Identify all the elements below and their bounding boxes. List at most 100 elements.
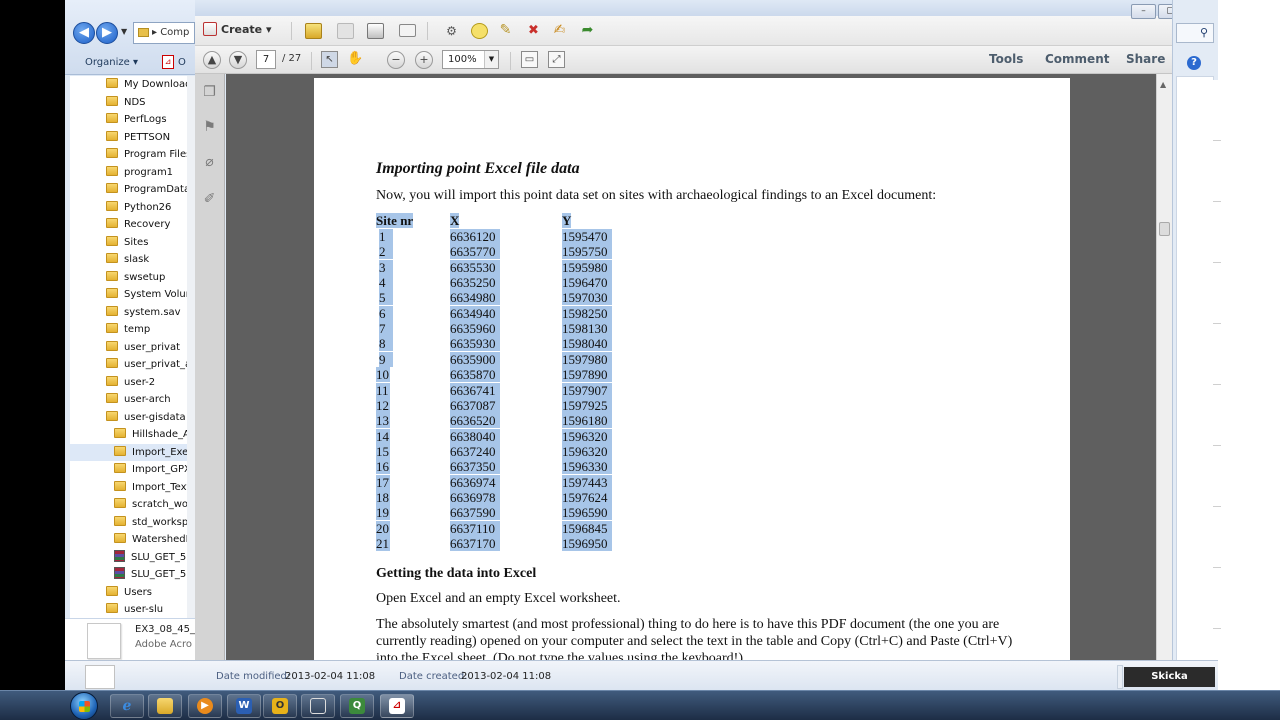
- back-arrow-icon[interactable]: ◀: [73, 22, 95, 44]
- scrollbar-thumb[interactable]: [1159, 222, 1170, 236]
- page-number-input[interactable]: 7: [256, 50, 276, 69]
- page-thumbnails-icon[interactable]: ❐: [202, 84, 217, 101]
- tree-item-label: scratch_work: [132, 499, 187, 510]
- search-icon[interactable]: ⚲: [1176, 23, 1214, 43]
- scroll-up-icon[interactable]: ▲: [1160, 80, 1166, 89]
- next-page-icon[interactable]: ▼: [229, 51, 247, 69]
- comment-panel-link[interactable]: Comment: [1045, 52, 1109, 66]
- tree-item[interactable]: PerfLogs: [70, 111, 187, 128]
- feedback-button[interactable]: Skicka feedback: [1124, 667, 1215, 702]
- table-cell: 6635250: [450, 275, 500, 291]
- tree-item[interactable]: temp: [70, 321, 187, 338]
- zoom-in-icon[interactable]: +: [415, 51, 433, 69]
- hand-tool-icon[interactable]: ✋: [347, 51, 364, 68]
- signature-icon[interactable]: ✐: [202, 191, 217, 208]
- media-player-taskbar-button[interactable]: ▶: [188, 694, 222, 718]
- minimize-button[interactable]: –: [1131, 4, 1156, 19]
- tree-item[interactable]: user-arch: [70, 391, 187, 408]
- previous-page-icon[interactable]: ▲: [203, 51, 221, 69]
- tree-item[interactable]: Import_Text: [70, 479, 187, 496]
- table-header-cell: Site nr: [376, 213, 414, 228]
- folder-tree-scrollbar[interactable]: [187, 76, 195, 618]
- export-icon[interactable]: ➦: [579, 22, 596, 38]
- zoom-level-select[interactable]: 100% ▼: [442, 50, 499, 69]
- acrobat-taskbar-button[interactable]: ⊿: [380, 694, 414, 718]
- share-panel-link[interactable]: Share: [1126, 52, 1165, 66]
- ie-taskbar-button[interactable]: ℯ: [110, 694, 144, 718]
- explorer-taskbar-button[interactable]: [148, 694, 182, 718]
- full-screen-icon[interactable]: ⤢: [548, 51, 565, 68]
- bookmark-icon[interactable]: ⚑: [202, 119, 217, 136]
- help-icon[interactable]: ?: [1187, 56, 1201, 70]
- tree-item[interactable]: SLU_GET_5: [70, 549, 187, 566]
- open-folder-icon[interactable]: [305, 23, 322, 39]
- print-icon[interactable]: [367, 23, 384, 39]
- tree-item[interactable]: scratch_work: [70, 496, 187, 513]
- address-bar[interactable]: ▸ Comp: [133, 22, 195, 44]
- tree-item[interactable]: Hillshade_Ar: [70, 426, 187, 443]
- table-cell: 6636978: [450, 489, 500, 505]
- tree-item[interactable]: program1: [70, 164, 187, 181]
- folder-tree[interactable]: My Downloads NDS PerfLogs PETTSON Program Fi…: [70, 76, 187, 618]
- table-cell: 9: [379, 351, 393, 367]
- folder-icon: [106, 375, 118, 386]
- outlook-taskbar-button[interactable]: O: [263, 694, 297, 718]
- fit-page-icon[interactable]: ▭: [521, 51, 538, 68]
- document-scrollbar[interactable]: ▲: [1156, 74, 1172, 660]
- tree-item[interactable]: SLU_GET_5: [70, 566, 187, 583]
- start-button[interactable]: [70, 692, 98, 720]
- acrobat-page-toolbar: ▲ ▼ 7 / 27 ↖ ✋ − + 100% ▼ ▭ ⤢ Tools Comme…: [195, 46, 1172, 74]
- status-scrollbar[interactable]: [1117, 665, 1123, 689]
- tree-item[interactable]: swsetup: [70, 269, 187, 286]
- create-button[interactable]: Create ▾: [203, 22, 271, 36]
- tree-item[interactable]: Import_Exel: [70, 443, 187, 461]
- recent-pages-dropdown-icon[interactable]: ▼: [121, 27, 127, 36]
- tree-item[interactable]: WatershedFy: [70, 531, 187, 548]
- tree-item[interactable]: Recovery: [70, 216, 187, 233]
- settings-gear-icon[interactable]: ⚙: [443, 23, 460, 39]
- select-cursor-icon[interactable]: ↖: [321, 51, 338, 68]
- folder-icon: [157, 698, 173, 714]
- tree-item-label: Import_Text: [132, 481, 187, 493]
- delete-icon[interactable]: ✖: [525, 23, 542, 39]
- pdf-page[interactable]: Importing point Excel file data Now, you…: [314, 78, 1070, 660]
- open-with-button[interactable]: O: [178, 57, 186, 68]
- table-cell: 6634980: [450, 290, 500, 306]
- tree-item[interactable]: Python26: [70, 199, 187, 216]
- tools-panel-link[interactable]: Tools: [989, 52, 1023, 66]
- table-cell: 1597030: [562, 290, 612, 306]
- email-icon[interactable]: [399, 24, 416, 37]
- tree-item[interactable]: slask: [70, 251, 187, 268]
- document-viewport[interactable]: Importing point Excel file data Now, you…: [226, 74, 1156, 660]
- forward-arrow-icon[interactable]: ▶: [96, 22, 118, 44]
- tree-item[interactable]: My Downloads: [70, 76, 187, 93]
- tree-item[interactable]: std_workspac: [70, 514, 187, 531]
- sign-icon[interactable]: ✍: [551, 22, 568, 38]
- attachment-icon[interactable]: ⌀: [202, 154, 217, 171]
- tree-item[interactable]: Import_GPX: [70, 461, 187, 478]
- qgis-taskbar-button[interactable]: Q: [340, 694, 374, 718]
- tree-item[interactable]: PETTSON: [70, 129, 187, 146]
- tree-item[interactable]: user_privat_arc: [70, 356, 187, 373]
- highlight-pen-icon[interactable]: ✎: [497, 22, 514, 38]
- table-cell: 6637590: [450, 505, 500, 521]
- tree-item[interactable]: user-slu: [70, 601, 187, 618]
- tree-item[interactable]: Program Files: [70, 146, 187, 163]
- comment-bubble-icon[interactable]: [471, 23, 488, 39]
- tree-item[interactable]: Sites: [70, 234, 187, 251]
- tree-item[interactable]: user_privat: [70, 339, 187, 356]
- tree-item[interactable]: user-2: [70, 374, 187, 391]
- date-modified-value: 2013-02-04 11:08: [285, 671, 376, 682]
- tree-item[interactable]: NDS: [70, 94, 187, 111]
- save-icon[interactable]: [337, 23, 354, 39]
- word-taskbar-button[interactable]: W: [227, 694, 261, 718]
- tree-item[interactable]: Users: [70, 584, 187, 601]
- tree-item[interactable]: user-gisdata: [70, 409, 187, 426]
- tree-item[interactable]: System Volume: [70, 286, 187, 303]
- pdf-icon[interactable]: ⊿: [162, 55, 174, 69]
- tree-item[interactable]: ProgramData: [70, 181, 187, 198]
- zoom-out-icon[interactable]: −: [387, 51, 405, 69]
- organize-button[interactable]: Organize ▾: [85, 57, 138, 68]
- window-taskbar-button[interactable]: [301, 694, 335, 718]
- tree-item[interactable]: system.sav: [70, 304, 187, 321]
